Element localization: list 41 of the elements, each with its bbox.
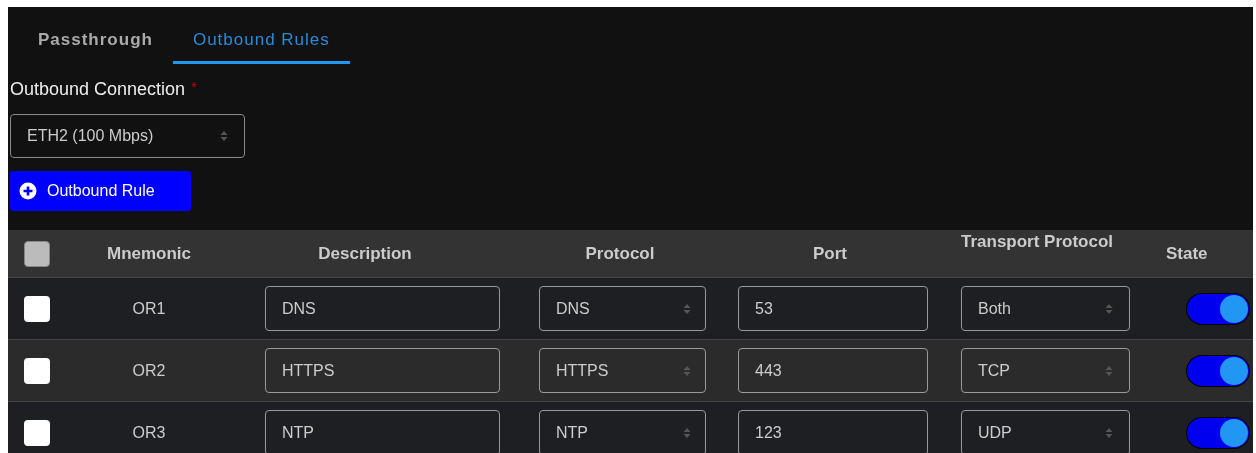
checkbox[interactable] (24, 295, 50, 322)
port-field[interactable]: 443 (738, 348, 928, 393)
sort-icon (1105, 426, 1113, 439)
sort-icon (683, 302, 691, 315)
transport-select[interactable]: UDP (961, 410, 1130, 453)
plus-circle-icon (19, 182, 37, 200)
description-field[interactable]: NTP (265, 410, 500, 453)
column-header: Transport Protocol (961, 232, 1114, 251)
protocol-select[interactable]: DNS (539, 286, 706, 331)
toggle-switch[interactable] (1187, 293, 1249, 324)
required-mark: * (191, 79, 197, 97)
column-header: State (1166, 243, 1208, 263)
checkbox[interactable] (24, 419, 50, 446)
port-field[interactable]: 53 (738, 286, 928, 331)
checkbox[interactable] (24, 357, 50, 384)
field-label: Outbound Connection (10, 79, 186, 100)
column-header: Mnemonic (106, 243, 192, 263)
tab[interactable]: Outbound Rules (172, 7, 350, 64)
toggle-switch[interactable] (1187, 355, 1249, 386)
column-header: Description (318, 243, 412, 263)
add-rule-button[interactable]: Outbound Rule (10, 171, 191, 211)
tab[interactable]: Passthrough (18, 7, 173, 64)
protocol-select[interactable]: HTTPS (539, 348, 706, 393)
table-cell: OR1 (132, 299, 166, 317)
column-header: Protocol (585, 243, 655, 263)
sort-icon (1105, 302, 1113, 315)
description-field[interactable]: DNS (265, 286, 500, 331)
transport-select[interactable]: TCP (961, 348, 1130, 393)
column-header: Port (813, 243, 847, 263)
description-field[interactable]: HTTPS (265, 348, 500, 393)
table-cell: OR3 (132, 423, 166, 441)
sort-icon (220, 130, 228, 142)
toggle-switch[interactable] (1187, 417, 1249, 448)
sort-icon (1105, 364, 1113, 377)
sort-icon (683, 364, 691, 377)
connection-select[interactable]: ETH2 (100 Mbps) (10, 114, 245, 158)
port-field[interactable]: 123 (738, 410, 928, 453)
sort-icon (683, 426, 691, 439)
table-cell: OR2 (132, 361, 166, 379)
transport-select[interactable]: Both (961, 286, 1130, 331)
protocol-select[interactable]: NTP (539, 410, 706, 453)
